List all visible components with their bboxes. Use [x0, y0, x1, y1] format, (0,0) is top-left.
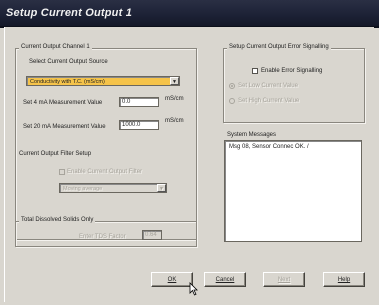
low-current-label: Set Low Current Value — [238, 83, 298, 89]
next-button[interactable]: Next — [263, 272, 305, 287]
set-4ma-unit: mS/cm — [165, 96, 184, 102]
source-select[interactable]: Conductivity with T.C. (mS/cm) ▼ — [26, 76, 180, 86]
window-title: Setup Current Output 1 — [6, 7, 133, 19]
setup-dialog: Current Output Channel 1 Select Current … — [4, 27, 374, 302]
source-select-value: Conductivity with T.C. (mS/cm) — [30, 79, 105, 85]
system-messages-label: System Messages — [227, 132, 277, 138]
set-20ma-label: Set 20 mA Measurement Value — [23, 124, 106, 130]
ok-button[interactable]: OK — [151, 272, 193, 287]
help-button[interactable]: Help — [323, 272, 365, 287]
system-messages-box[interactable]: Msg 08, Sensor Connec OK. / — [224, 140, 362, 242]
low-current-radio[interactable] — [229, 83, 235, 89]
filter-select-value: Moving average — [63, 186, 103, 192]
filter-select[interactable]: Moving average ▼ — [59, 183, 167, 193]
cancel-button[interactable]: Cancel — [204, 272, 246, 287]
ok-button-label: OK — [167, 277, 177, 283]
cancel-button-label: Cancel — [215, 277, 235, 283]
enable-error-checkbox[interactable] — [252, 68, 258, 74]
chevron-down-icon[interactable]: ▼ — [170, 77, 179, 85]
tds-factor-input[interactable]: 0.64 — [142, 230, 162, 240]
tds-factor-label: Enter TDS Factor — [79, 234, 126, 240]
set-20ma-unit: mS/cm — [165, 118, 184, 124]
next-button-label: Next — [277, 277, 291, 283]
source-label: Select Current Output Source — [29, 59, 108, 65]
set-4ma-label: Set 4 mA Measurement Value — [23, 100, 103, 106]
tds-group-label: Total Dissolved Solids Only — [19, 217, 96, 223]
system-message-line: Msg 08, Sensor Connec OK. / — [229, 144, 309, 150]
set-4ma-input[interactable]: 0.0 — [119, 97, 159, 107]
channel-group-label: Current Output Channel 1 — [19, 44, 92, 50]
error-group-label: Setup Current Output Error Signalling — [227, 44, 331, 50]
chevron-down-icon[interactable]: ▼ — [157, 184, 166, 192]
set-20ma-input[interactable]: 1000.0 — [119, 120, 159, 130]
title-bar: Setup Current Output 1 — [0, 0, 379, 28]
filter-group-label: Current Output Filter Setup — [19, 151, 92, 157]
help-button-label: Help — [337, 277, 351, 283]
high-current-radio[interactable] — [229, 98, 235, 104]
filter-checkbox[interactable] — [59, 169, 65, 175]
enable-error-label: Enable Error Signalling — [261, 68, 323, 74]
filter-checkbox-label: Enable Current Output Filter — [67, 169, 143, 175]
high-current-label: Set High Current Value — [238, 98, 300, 104]
mouse-cursor-icon — [189, 282, 198, 296]
